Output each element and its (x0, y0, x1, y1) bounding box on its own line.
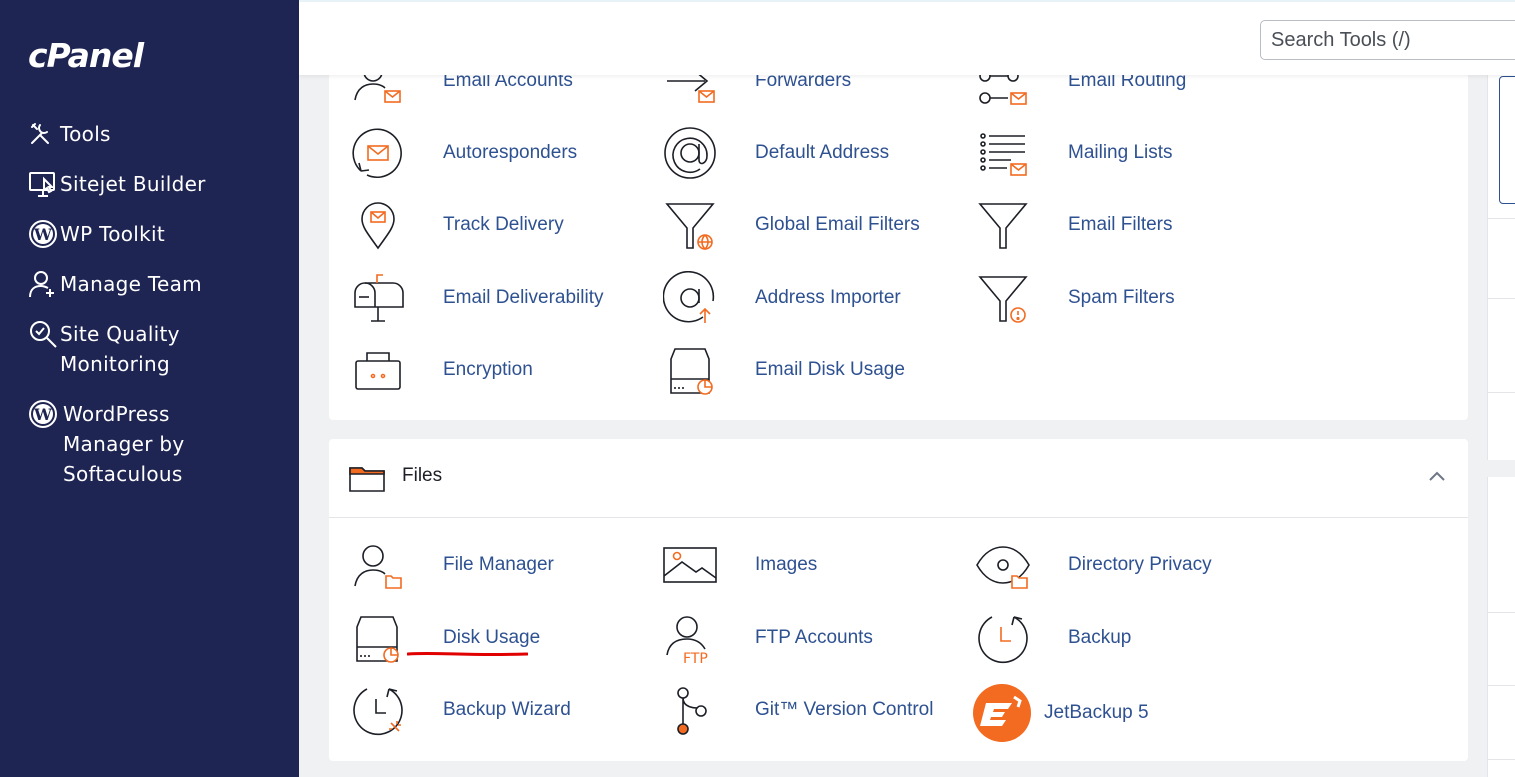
svg-text:FTP: FTP (683, 651, 708, 665)
sidebar-item-site-quality-monitoring[interactable]: Site Quality Monitoring (28, 319, 260, 379)
site-quality-icon (28, 319, 60, 349)
tool-global-email-filters[interactable]: Global Email Filters (663, 198, 920, 252)
right-side-panel (1487, 477, 1515, 777)
images-icon (663, 538, 717, 592)
sitejet-icon (28, 169, 60, 199)
tool-label: FTP Accounts (755, 627, 873, 648)
global-filter-icon (663, 198, 717, 252)
sidebar-item-label: WordPress Manager by Softaculous (63, 402, 185, 486)
annotation-underline (407, 651, 528, 657)
sidebar-item-tools[interactable]: Tools (28, 119, 260, 149)
folder-icon (349, 464, 385, 497)
tool-images[interactable]: Images (663, 538, 817, 592)
sidebar-item-manage-team[interactable]: Manage Team (28, 269, 260, 299)
top-header (299, 0, 1515, 75)
spam-filter-icon (976, 271, 1030, 325)
backup-wizard-icon (351, 683, 405, 737)
sidebar-item-sitejet-builder[interactable]: Sitejet Builder (28, 169, 260, 199)
address-importer-icon (663, 271, 717, 325)
right-side-box (1499, 76, 1515, 204)
tool-label: Default Address (755, 142, 890, 163)
git-icon (663, 683, 717, 737)
file-manager-icon (351, 538, 405, 592)
tool-label: Track Delivery (443, 214, 564, 235)
tool-label: Address Importer (755, 287, 901, 308)
tool-directory-privacy[interactable]: Directory Privacy (976, 538, 1212, 592)
tool-label: Email Filters (1068, 214, 1173, 235)
tool-label: Directory Privacy (1068, 554, 1212, 575)
mailing-lists-icon (976, 126, 1030, 180)
manage-team-icon (28, 269, 60, 299)
sidebar-item-label: Sitejet Builder (60, 172, 206, 196)
tool-email-deliverability[interactable]: Email Deliverability (351, 271, 604, 325)
tool-label: Spam Filters (1068, 287, 1175, 308)
tool-label: Mailing Lists (1068, 142, 1173, 163)
sidebar-item-label: WP Toolkit (60, 222, 166, 246)
tool-track-delivery[interactable]: Track Delivery (351, 198, 564, 252)
tool-backup-wizard[interactable]: Backup Wizard (351, 683, 571, 737)
tool-label: Autoresponders (443, 142, 578, 163)
tool-address-importer[interactable]: Address Importer (663, 271, 901, 325)
chevron-up-icon[interactable] (1428, 469, 1446, 487)
files-section-title: Files (402, 465, 443, 486)
tool-file-manager[interactable]: File Manager (351, 538, 554, 592)
svg-text:W: W (33, 405, 53, 424)
wordpress-icon: W (28, 399, 60, 429)
tool-email-disk-usage[interactable]: Email Disk Usage (663, 343, 905, 397)
tool-label: Email Deliverability (443, 287, 604, 308)
tool-label: Disk Usage (443, 627, 541, 648)
tool-encryption[interactable]: Encryption (351, 343, 533, 397)
tool-label: Backup (1068, 627, 1132, 648)
sidebar-item-wordpress-manager[interactable]: W WordPress Manager by Softaculous (28, 399, 233, 489)
tool-label: Git™ Version Control (755, 699, 934, 720)
tool-mailing-lists[interactable]: Mailing Lists (976, 126, 1173, 180)
tool-label: File Manager (443, 554, 554, 575)
tool-label: JetBackup 5 (1044, 702, 1149, 723)
tools-icon (28, 119, 60, 149)
backup-icon (976, 611, 1030, 665)
encryption-icon (351, 343, 405, 397)
autoresponders-icon (351, 126, 405, 180)
disk-usage-icon (351, 611, 405, 665)
search-tools-input[interactable] (1260, 20, 1515, 60)
tool-ftp-accounts[interactable]: FTP FTP Accounts (663, 611, 873, 665)
tool-label: Encryption (443, 359, 533, 380)
ftp-accounts-icon: FTP (663, 611, 717, 665)
tool-default-address[interactable]: Default Address (663, 126, 889, 180)
mailbox-icon (351, 271, 405, 325)
jetbackup-icon (972, 683, 1032, 743)
tool-autoresponders[interactable]: Autoresponders (351, 126, 577, 180)
tool-jetbackup[interactable]: JetBackup 5 (972, 683, 1149, 743)
tool-backup[interactable]: Backup (976, 611, 1131, 665)
wordpress-icon: W (28, 219, 60, 249)
tool-label: Backup Wizard (443, 699, 571, 720)
tool-label: Email Disk Usage (755, 359, 905, 380)
cpanel-logo[interactable]: cPanel (28, 36, 144, 75)
tool-spam-filters[interactable]: Spam Filters (976, 271, 1175, 325)
files-section-header[interactable]: Files (329, 439, 1468, 518)
tool-label: Global Email Filters (755, 214, 920, 235)
email-disk-usage-icon (663, 343, 717, 397)
sidebar-item-wp-toolkit[interactable]: W WP Toolkit (28, 219, 260, 249)
tool-email-filters[interactable]: Email Filters (976, 198, 1173, 252)
at-sign-icon (663, 126, 717, 180)
directory-privacy-icon (976, 538, 1030, 592)
sidebar: cPanel Tools Sitejet Builder W WP Toolki… (0, 0, 299, 777)
sidebar-item-label: Tools (60, 122, 111, 146)
filter-icon (976, 198, 1030, 252)
svg-text:W: W (33, 225, 53, 244)
sidebar-item-label: Manage Team (60, 272, 202, 296)
tool-label: Images (755, 554, 818, 575)
track-delivery-icon (351, 198, 405, 252)
sidebar-item-label: Site Quality Monitoring (60, 322, 180, 376)
tool-git-version-control[interactable]: Git™ Version Control (663, 683, 933, 737)
